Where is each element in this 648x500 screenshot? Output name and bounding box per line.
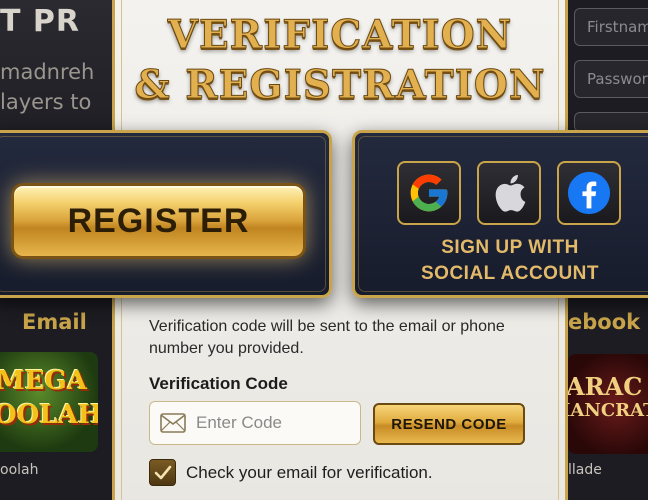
facebook-signup-button[interactable]: [557, 161, 621, 225]
social-icons-row: [397, 161, 621, 225]
social-signup-card: SIGN UP WITH SOCIAL ACCOUNT: [352, 130, 648, 298]
google-icon: [410, 174, 448, 212]
game-caption: oolah: [0, 462, 39, 478]
verification-code-label: Verification Code: [149, 374, 288, 393]
checkmark-icon: [154, 465, 171, 479]
promo-text-line1: madnreh: [0, 60, 95, 84]
social-signup-label-line1: SIGN UP WITH: [441, 237, 579, 258]
facebook-icon: [567, 171, 611, 215]
firstname-field[interactable]: Firstnam: [574, 8, 648, 46]
game-caption: llade: [568, 462, 602, 478]
game-logo-line1: MEGA: [0, 366, 87, 396]
game-logo-line2: IANCRAT: [568, 400, 648, 421]
google-signup-button[interactable]: [397, 161, 461, 225]
modal-title-line1: VERIFICATION: [167, 12, 513, 59]
password-field[interactable]: Passwor: [574, 60, 648, 98]
extra-field[interactable]: [574, 112, 648, 132]
promo-title: T PR: [0, 4, 80, 39]
social-signup-label-line2: SOCIAL ACCOUNT: [421, 263, 599, 284]
tab-facebook[interactable]: ebook: [568, 310, 640, 334]
modal-title-line2: & REGISTRATION: [134, 62, 546, 109]
game-tile-baccarat[interactable]: ARAC IANCRAT: [568, 354, 648, 454]
verification-info-text: Verification code will be sent to the em…: [149, 318, 505, 357]
promo-text-line2: layers to: [0, 90, 92, 114]
register-button[interactable]: REGISTER: [11, 183, 306, 259]
game-logo-line2: OOLAH: [0, 400, 98, 430]
envelope-icon: [160, 412, 188, 434]
apple-icon: [495, 174, 526, 212]
game-tile-mega-moolah[interactable]: MEGA OOLAH: [0, 352, 98, 452]
tab-email[interactable]: Email: [22, 310, 87, 334]
verification-code-input[interactable]: [196, 413, 356, 433]
resend-code-button[interactable]: RESEND CODE: [373, 403, 525, 445]
game-logo-line1: ARAC: [568, 372, 643, 401]
verification-checkbox-row[interactable]: Check your email for verification.: [149, 459, 433, 486]
verification-checkbox-label: Check your email for verification.: [186, 462, 433, 482]
register-card: REGISTER: [0, 130, 332, 298]
verification-code-field[interactable]: [149, 401, 361, 445]
verification-checkbox[interactable]: [149, 459, 176, 486]
apple-signup-button[interactable]: [477, 161, 541, 225]
